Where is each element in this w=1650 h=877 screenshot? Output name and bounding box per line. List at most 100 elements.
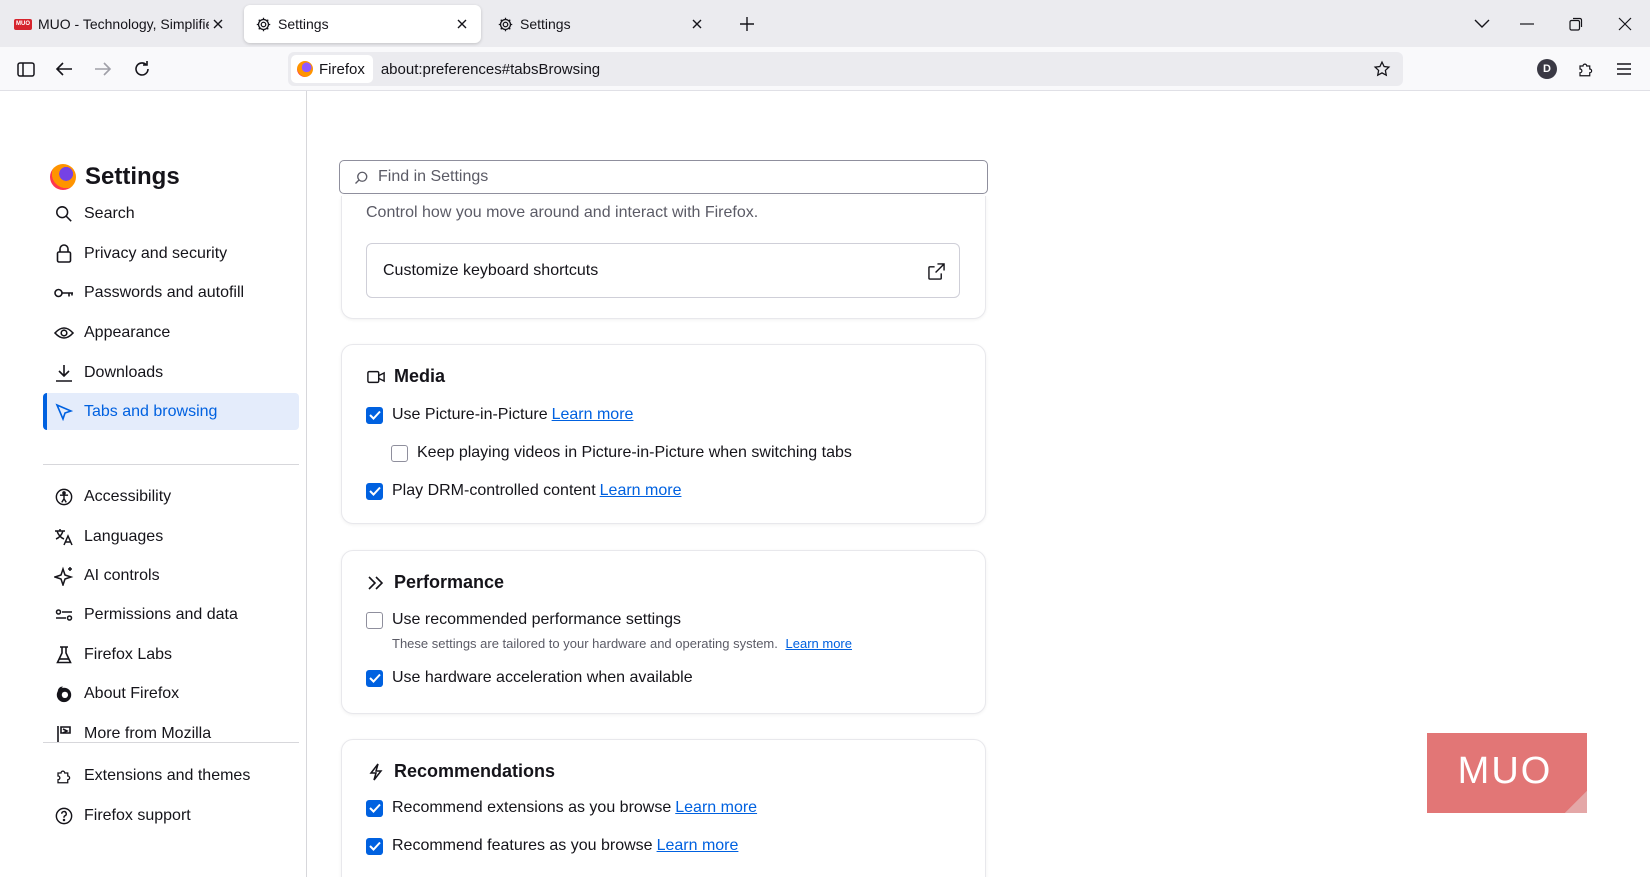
back-button[interactable] <box>50 55 78 83</box>
sidebar-item-ai-controls[interactable]: AI controls <box>43 557 299 594</box>
features-learn-more-link[interactable]: Learn more <box>657 837 739 855</box>
navigation-toolbar: Firefox about:preferences#tabsBrowsing D <box>0 47 1650 91</box>
hardware-acceleration-checkbox[interactable] <box>366 669 383 687</box>
media-heading: Media <box>366 366 445 387</box>
sidebar-toggle-button[interactable] <box>12 55 40 83</box>
recommendations-card: Recommendations Recommend extensions as … <box>341 739 986 877</box>
sidebar-divider <box>43 742 299 743</box>
pip-learn-more-link[interactable]: Learn more <box>552 406 634 424</box>
tab-title: Settings <box>278 16 329 32</box>
checkmark-icon <box>368 410 381 420</box>
close-icon[interactable] <box>688 15 706 33</box>
mozilla-icon <box>54 724 74 744</box>
muo-favicon-icon: MUO <box>14 15 32 33</box>
recommend-features-label: Recommend features as you browse <box>392 837 653 854</box>
sidebar-item-label: Firefox support <box>84 806 191 824</box>
new-tab-button[interactable] <box>733 10 761 38</box>
performance-title: Performance <box>394 572 505 592</box>
identity-label: Firefox <box>319 60 365 78</box>
recommend-extensions-setting: Recommend extensions as you browse Learn… <box>366 799 757 817</box>
minimize-button[interactable] <box>1513 10 1541 38</box>
recommend-features-checkbox[interactable] <box>366 837 383 855</box>
sidebar-item-accessibility[interactable]: Accessibility <box>43 478 299 515</box>
drm-learn-more-link[interactable]: Learn more <box>600 482 682 500</box>
browsing-card: Control how you move around and interact… <box>341 196 986 319</box>
sidebar-item-extensions-themes[interactable]: Extensions and themes <box>43 757 299 794</box>
sidebar-item-firefox-labs[interactable]: Firefox Labs <box>43 636 299 673</box>
sidebar-item-firefox-support[interactable]: Firefox support <box>43 797 299 834</box>
url-text[interactable]: about:preferences#tabsBrowsing <box>381 61 600 78</box>
firefox-icon <box>54 684 74 704</box>
sidebar-item-about-firefox[interactable]: About Firefox <box>43 675 299 712</box>
keep-playing-setting: Keep playing videos in Picture-in-Pictur… <box>391 444 852 462</box>
flask-icon <box>54 645 74 665</box>
sidebar-item-label: Downloads <box>84 363 164 381</box>
list-all-tabs-button[interactable] <box>1468 10 1496 38</box>
avatar: D <box>1537 59 1557 79</box>
search-icon <box>54 204 74 224</box>
checkmark-icon <box>368 841 381 851</box>
settings-sidebar: Settings Search Privacy and security Pas… <box>0 91 307 877</box>
tab-muo[interactable]: MUO MUO - Technology, Simplified. <box>4 5 237 43</box>
sidebar-item-passwords[interactable]: Passwords and autofill <box>43 274 299 311</box>
extensions-button[interactable] <box>1572 55 1600 83</box>
puzzle-icon <box>54 766 74 786</box>
tab-settings[interactable]: Settings <box>486 5 716 43</box>
sidebar-item-search[interactable]: Search <box>43 195 299 232</box>
media-card: Media Use Picture-in-Picture Learn more … <box>341 344 986 524</box>
search-input[interactable] <box>378 168 958 186</box>
recommend-extensions-checkbox[interactable] <box>366 799 383 817</box>
pip-label: Use Picture-in-Picture <box>392 406 548 423</box>
app-menu-button[interactable] <box>1610 55 1638 83</box>
identity-box[interactable]: Firefox <box>291 55 373 83</box>
customize-shortcuts-button[interactable]: Customize keyboard shortcuts <box>366 243 960 298</box>
close-window-button[interactable] <box>1611 10 1639 38</box>
tab-settings-active[interactable]: Settings <box>244 5 481 43</box>
tab-title: Settings <box>520 16 571 32</box>
keep-playing-label: Keep playing videos in Picture-in-Pictur… <box>417 444 852 461</box>
muo-watermark: MUO <box>1427 733 1587 813</box>
restore-button[interactable] <box>1562 10 1590 38</box>
customize-shortcuts-label: Customize keyboard shortcuts <box>383 261 599 279</box>
pip-checkbox[interactable] <box>366 406 383 424</box>
forward-button[interactable] <box>89 55 117 83</box>
settings-brand: Settings <box>50 163 180 191</box>
plus-icon <box>740 17 754 31</box>
recommend-features-setting: Recommend features as you browse Learn m… <box>366 837 738 855</box>
sidebar-item-languages[interactable]: Languages <box>43 518 299 555</box>
extensions-learn-more-link[interactable]: Learn more <box>675 799 757 817</box>
close-icon[interactable] <box>453 15 471 33</box>
sidebar-item-downloads[interactable]: Downloads <box>43 354 299 391</box>
bookmark-button[interactable] <box>1369 56 1395 82</box>
keep-playing-checkbox[interactable] <box>391 444 408 462</box>
accessibility-icon <box>54 487 74 507</box>
reload-button[interactable] <box>128 55 156 83</box>
performance-learn-more-link[interactable]: Learn more <box>786 636 852 651</box>
sidebar-item-more-from-mozilla[interactable]: More from Mozilla <box>43 715 299 752</box>
sidebar-item-privacy[interactable]: Privacy and security <box>43 235 299 272</box>
sidebar-item-label: Languages <box>84 527 164 545</box>
checkmark-icon <box>368 486 381 496</box>
cursor-icon <box>54 402 74 422</box>
url-bar[interactable]: Firefox about:preferences#tabsBrowsing <box>288 52 1403 86</box>
sidebar-item-label: AI controls <box>84 566 160 584</box>
drm-label: Play DRM-controlled content <box>392 482 596 499</box>
sidebar-item-permissions[interactable]: Permissions and data <box>43 596 299 633</box>
close-icon[interactable] <box>209 15 227 33</box>
sidebar-item-label: Passwords and autofill <box>84 283 245 301</box>
sidebar-item-tabs-and-browsing[interactable]: Tabs and browsing <box>43 393 299 430</box>
drm-setting: Play DRM-controlled content Learn more <box>366 482 681 500</box>
sidebar-item-label: About Firefox <box>84 684 180 702</box>
drm-checkbox[interactable] <box>366 482 383 500</box>
arrow-left-icon <box>55 62 72 76</box>
recommended-performance-checkbox[interactable] <box>366 611 383 629</box>
chevron-down-icon <box>1474 19 1490 28</box>
gear-icon <box>254 15 272 33</box>
firefox-icon <box>297 61 313 77</box>
sidebar-item-appearance[interactable]: Appearance <box>43 314 299 351</box>
sidebar-item-label: More from Mozilla <box>84 724 212 742</box>
settings-search-field[interactable] <box>339 160 988 194</box>
sidebar-item-label: Firefox Labs <box>84 645 173 663</box>
performance-card: Performance Use recommended performance … <box>341 550 986 714</box>
account-button[interactable]: D <box>1533 55 1561 83</box>
